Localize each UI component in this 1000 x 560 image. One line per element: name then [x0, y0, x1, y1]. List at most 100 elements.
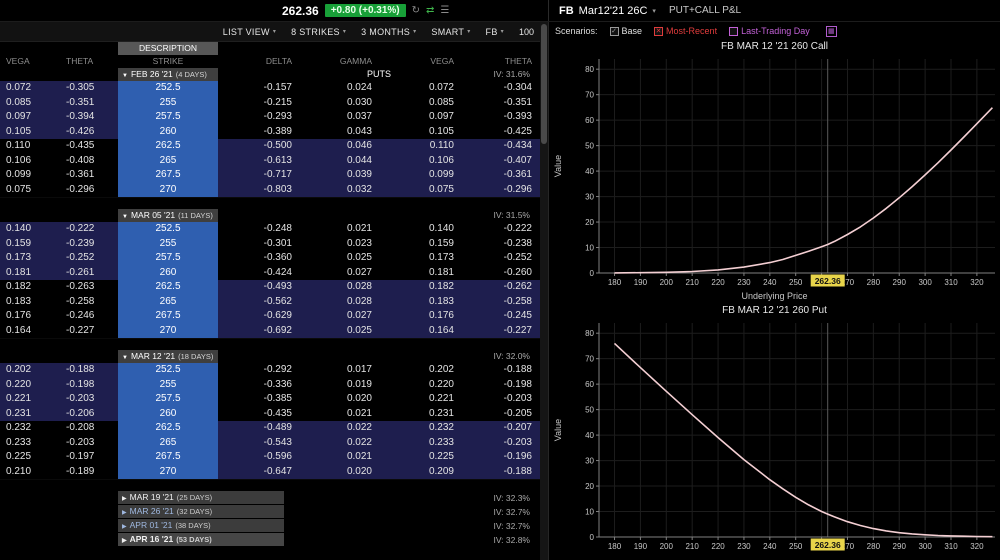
- checkbox-icon[interactable]: ✕: [654, 26, 664, 36]
- scenario-toggle-most-recent[interactable]: ✕ Most-Recent: [654, 26, 717, 36]
- strike-cell[interactable]: 265: [118, 153, 218, 169]
- table-row[interactable]: 0.106 -0.408 265 -0.613 0.044 0.106 -0.407: [0, 153, 540, 169]
- strike-cell[interactable]: 270: [118, 464, 218, 480]
- strike-cell[interactable]: 262.5: [118, 280, 218, 296]
- expiry-expand-toggle[interactable]: ▶ MAR 26 '21 (32 DAYS): [118, 505, 284, 518]
- collapsed-expiry-row[interactable]: ▶ APR 16 '21 (53 DAYS) IV: 32.8%: [0, 533, 540, 547]
- svg-text:30: 30: [585, 457, 594, 466]
- table-row[interactable]: 0.210 -0.189 270 -0.647 0.020 0.209 -0.188: [0, 464, 540, 480]
- position-size: 100: [518, 26, 534, 37]
- toolbar-dropdown-8-strikes[interactable]: 8 STRIKES ▾: [291, 27, 346, 37]
- svg-text:180: 180: [608, 542, 622, 551]
- table-row[interactable]: 0.099 -0.361 267.5 -0.717 0.039 0.099 -0.361: [0, 168, 540, 184]
- expiry-collapse-toggle[interactable]: ▼ FEB 26 '21 (4 DAYS): [118, 68, 218, 81]
- svg-text:300: 300: [918, 542, 932, 551]
- scenario-toggle-base[interactable]: ✓ Base: [609, 26, 642, 36]
- toolbar-dropdown-3-months[interactable]: 3 MONTHS ▾: [361, 27, 416, 37]
- strike-cell[interactable]: 267.5: [118, 168, 218, 184]
- table-row[interactable]: 0.202 -0.188 252.5 -0.292 0.017 0.202 -0.188: [0, 363, 540, 379]
- checkbox-icon[interactable]: ✓: [609, 26, 619, 36]
- strike-cell[interactable]: 255: [118, 95, 218, 111]
- strike-cell[interactable]: 252.5: [118, 363, 218, 379]
- table-row[interactable]: 0.164 -0.227 270 -0.692 0.025 0.164 -0.227: [0, 323, 540, 339]
- table-row[interactable]: 0.173 -0.252 257.5 -0.360 0.025 0.173 -0.252: [0, 251, 540, 267]
- greek-cell: -0.238: [462, 236, 540, 252]
- table-row[interactable]: 0.075 -0.296 270 -0.803 0.032 0.075 -0.296: [0, 182, 540, 198]
- strike-cell[interactable]: 260: [118, 124, 218, 140]
- expiry-expand-toggle[interactable]: ▶ APR 16 '21 (53 DAYS): [118, 533, 284, 546]
- greek-cell: 0.023: [300, 236, 380, 252]
- checkbox-icon[interactable]: [729, 26, 739, 36]
- table-row[interactable]: 0.072 -0.305 252.5 -0.157 0.024 0.072 -0.304: [0, 81, 540, 97]
- refresh-icon[interactable]: ↻: [412, 5, 420, 16]
- greek-cell: 0.176: [0, 309, 60, 325]
- strike-cell[interactable]: 265: [118, 435, 218, 451]
- strike-cell[interactable]: 252.5: [118, 81, 218, 97]
- table-row[interactable]: 0.221 -0.203 257.5 -0.385 0.020 0.221 -0.203: [0, 392, 540, 408]
- table-row[interactable]: 0.181 -0.261 260 -0.424 0.027 0.181 -0.260: [0, 265, 540, 281]
- strike-cell[interactable]: 260: [118, 406, 218, 422]
- table-row[interactable]: 0.225 -0.197 267.5 -0.596 0.021 0.225 -0.196: [0, 450, 540, 466]
- expiry-expand-toggle[interactable]: ▶ APR 01 '21 (38 DAYS): [118, 519, 284, 532]
- vertical-scrollbar[interactable]: [540, 22, 548, 560]
- strike-cell[interactable]: 262.5: [118, 421, 218, 437]
- greek-cell: -0.493: [218, 280, 300, 296]
- link-icon[interactable]: ⇄: [426, 5, 434, 16]
- table-row[interactable]: 0.176 -0.246 267.5 -0.629 0.027 0.176 -0.245: [0, 309, 540, 325]
- strike-cell[interactable]: 257.5: [118, 392, 218, 408]
- strike-cell[interactable]: 260: [118, 265, 218, 281]
- strike-cell[interactable]: 265: [118, 294, 218, 310]
- table-row[interactable]: 0.183 -0.258 265 -0.562 0.028 0.183 -0.258: [0, 294, 540, 310]
- svg-text:20: 20: [585, 482, 594, 491]
- table-row[interactable]: 0.097 -0.394 257.5 -0.293 0.037 0.097 -0.393: [0, 110, 540, 126]
- greek-cell: 0.232: [0, 421, 60, 437]
- toolbar-dropdown-fb[interactable]: FB ▾: [486, 27, 504, 37]
- scenario-label: Most-Recent: [666, 26, 718, 36]
- table-row[interactable]: 0.231 -0.206 260 -0.435 0.021 0.231 -0.205: [0, 406, 540, 422]
- strike-cell[interactable]: 270: [118, 182, 218, 198]
- expiry-collapse-toggle[interactable]: ▼ MAR 12 '21 (18 DAYS): [118, 350, 218, 363]
- table-row[interactable]: 0.110 -0.435 262.5 -0.500 0.046 0.110 -0.434: [0, 139, 540, 155]
- scenario-settings-icon[interactable]: ▦: [825, 25, 837, 37]
- strike-cell[interactable]: 267.5: [118, 450, 218, 466]
- triangle-right-icon: ▶: [122, 510, 127, 516]
- strike-cell[interactable]: 270: [118, 323, 218, 339]
- collapsed-expiries: ▶ MAR 19 '21 (25 DAYS) IV: 32.3% ▶ MAR 26 '21…: [0, 491, 540, 547]
- strike-cell[interactable]: 267.5: [118, 309, 218, 325]
- toolbar-label: 8 STRIKES: [291, 26, 340, 37]
- toolbar-dropdown-smart[interactable]: SMART ▾: [431, 27, 470, 37]
- strike-cell[interactable]: 257.5: [118, 110, 218, 126]
- table-row[interactable]: 0.232 -0.208 262.5 -0.489 0.022 0.232 -0.207: [0, 421, 540, 437]
- greek-cell: -0.394: [60, 110, 118, 126]
- scrollbar-thumb[interactable]: [541, 24, 547, 144]
- expiry-expand-toggle[interactable]: ▶ MAR 19 '21 (25 DAYS): [118, 491, 284, 504]
- table-row[interactable]: 0.159 -0.239 255 -0.301 0.023 0.159 -0.238: [0, 236, 540, 252]
- strike-cell[interactable]: 257.5: [118, 251, 218, 267]
- table-row[interactable]: 0.233 -0.203 265 -0.543 0.022 0.233 -0.203: [0, 435, 540, 451]
- collapsed-expiry-row[interactable]: ▶ APR 01 '21 (38 DAYS) IV: 32.7%: [0, 519, 540, 533]
- menu-icon[interactable]: ☰: [440, 5, 449, 16]
- greek-cell: -0.489: [218, 421, 300, 437]
- scenario-toggle-last-trading-day[interactable]: Last-Trading Day: [729, 26, 810, 36]
- strike-cell[interactable]: 252.5: [118, 222, 218, 238]
- table-row[interactable]: 0.085 -0.351 255 -0.215 0.030 0.085 -0.351: [0, 95, 540, 111]
- collapsed-expiry-row[interactable]: ▶ MAR 26 '21 (32 DAYS) IV: 32.7%: [0, 505, 540, 519]
- greek-cell: 0.027: [300, 309, 380, 325]
- chevron-down-icon[interactable]: ▾: [652, 7, 656, 15]
- table-row[interactable]: 0.220 -0.198 255 -0.336 0.019 0.220 -0.198: [0, 377, 540, 393]
- greek-cell: -0.305: [60, 81, 118, 97]
- expiry-name: MAR 26 '21: [129, 506, 174, 516]
- table-row[interactable]: 0.182 -0.263 262.5 -0.493 0.028 0.182 -0.262: [0, 280, 540, 296]
- triangle-down-icon: ▼: [122, 214, 128, 220]
- contract-name[interactable]: Mar12'21 26C: [579, 5, 648, 17]
- implied-vol-value: IV: 31.5%: [493, 210, 530, 220]
- toolbar-dropdown-list-view[interactable]: LIST VIEW ▾: [223, 27, 276, 37]
- table-row[interactable]: 0.105 -0.426 260 -0.389 0.043 0.105 -0.425: [0, 124, 540, 140]
- collapsed-expiry-row[interactable]: ▶ MAR 19 '21 (25 DAYS) IV: 32.3%: [0, 491, 540, 505]
- strike-cell[interactable]: 262.5: [118, 139, 218, 155]
- strike-cell[interactable]: 255: [118, 377, 218, 393]
- triangle-down-icon: ▼: [122, 73, 128, 79]
- expiry-collapse-toggle[interactable]: ▼ MAR 05 '21 (11 DAYS): [118, 209, 218, 222]
- table-row[interactable]: 0.140 -0.222 252.5 -0.248 0.021 0.140 -0.222: [0, 222, 540, 238]
- strike-cell[interactable]: 255: [118, 236, 218, 252]
